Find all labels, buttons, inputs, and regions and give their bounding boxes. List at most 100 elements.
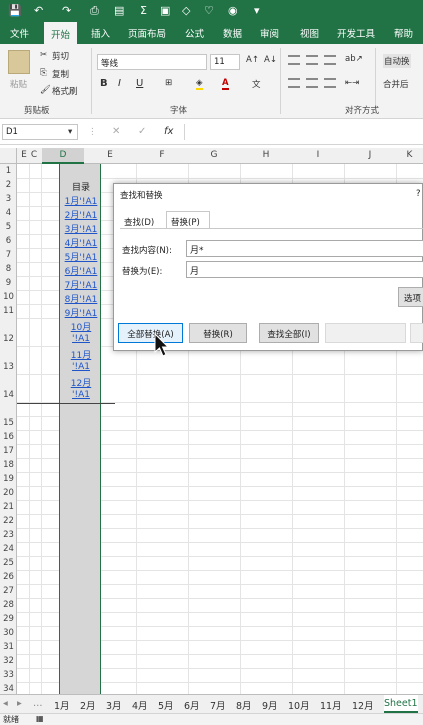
replace-button[interactable]: 替换(R) [189,323,247,343]
hyperlink-cell[interactable]: 3月'!A1 [60,222,102,235]
font-name-box[interactable]: 等线 [97,54,207,70]
row-header[interactable]: 10 [0,292,17,302]
form-icon[interactable]: ▤ [114,4,124,17]
row-header[interactable]: 6 [0,236,17,246]
row-header[interactable]: 14 [0,390,17,400]
tab-file[interactable]: 文件 [10,26,29,40]
find-next-button[interactable] [325,323,406,343]
row-header[interactable]: 8 [0,264,17,274]
phonetic-icon[interactable]: 文 [252,78,261,90]
row-header[interactable]: 25 [0,558,17,568]
row-header[interactable]: 27 [0,586,17,596]
align-bottom-icon[interactable] [324,55,336,65]
options-button[interactable]: 选项 [398,287,423,307]
hyperlink-cell[interactable]: 6月'!A1 [60,264,102,277]
tab-developer[interactable]: 开发工具 [337,26,375,40]
tab-home[interactable]: 开始 [44,22,78,44]
tab-find[interactable]: 查找(D) [124,216,154,228]
tab-replace[interactable]: 替换(P) [166,211,210,229]
tab-data[interactable]: 数据 [223,26,242,40]
row-header[interactable]: 15 [0,418,17,428]
row-header[interactable]: 31 [0,642,17,652]
row-header[interactable]: 3 [0,194,17,204]
row-header[interactable]: 23 [0,530,17,540]
cancel-icon[interactable]: ✕ [112,126,120,137]
row-header[interactable]: 22 [0,516,17,526]
replace-with-input[interactable]: 月 [186,261,423,278]
tab-page-layout[interactable]: 页面布局 [128,26,166,40]
grow-font-icon[interactable]: A↑ [246,55,259,65]
row-header[interactable]: 7 [0,250,17,260]
format-painter-button[interactable]: 格式刷 [52,85,78,97]
row-header[interactable]: 24 [0,544,17,554]
column-header[interactable]: F [136,150,188,160]
row-header[interactable]: 12 [0,334,17,344]
font-color-icon[interactable]: A [222,78,229,90]
cut-icon[interactable]: ✂ [40,50,47,60]
replace-all-button[interactable]: 全部替换(A) [118,323,183,343]
enter-icon[interactable]: ✓ [138,126,146,137]
hyperlink-cell[interactable]: '!A1 [60,362,102,372]
row-header[interactable]: 21 [0,502,17,512]
find-all-button[interactable]: 查找全部(I) [259,323,319,343]
sheet-tab[interactable]: 6月 [184,698,200,712]
column-header[interactable]: I [292,150,344,160]
format-painter-icon[interactable]: 🖌 [40,85,51,95]
border-icon[interactable]: ⊞ [165,78,172,88]
sheet-nav-icon[interactable]: ▸ [17,698,22,709]
row-header[interactable]: 19 [0,474,17,484]
column-header-d[interactable]: D [42,148,84,164]
underline-button[interactable]: U [136,78,143,89]
sheet-tab[interactable]: 3月 [106,698,122,712]
cut-button[interactable]: 剪切 [52,50,69,62]
sheet-tab[interactable]: 10月 [288,698,310,712]
align-middle-icon[interactable] [306,55,318,65]
align-center-icon[interactable] [306,78,318,88]
indent-icon[interactable]: ⇤⇥ [345,78,359,88]
column-header[interactable]: C [29,150,39,160]
paste-button[interactable]: 粘贴 [10,78,27,90]
hyperlink-cell[interactable]: 2月'!A1 [60,208,102,221]
sheet-tab[interactable]: 12月 [352,698,374,712]
row-header[interactable]: 2 [0,180,17,190]
row-header[interactable]: 20 [0,488,17,498]
hyperlink-cell[interactable]: '!A1 [60,334,102,344]
find-what-input[interactable]: 月* [186,240,423,257]
row-header[interactable]: 13 [0,362,17,372]
merge-center-button[interactable]: 合并后 [383,78,409,90]
column-header[interactable]: J [344,150,396,160]
row-header[interactable]: 4 [0,208,17,218]
row-header[interactable]: 30 [0,628,17,638]
tab-formulas[interactable]: 公式 [185,26,204,40]
heart-icon[interactable]: ♡ [204,4,214,17]
camera-icon[interactable]: ◉ [228,4,238,17]
print-preview-icon[interactable]: ⎙ [90,4,99,18]
hyperlink-cell[interactable]: 9月'!A1 [60,306,102,319]
row-header[interactable]: 29 [0,614,17,624]
row-header[interactable]: 17 [0,446,17,456]
italic-button[interactable]: I [118,78,121,89]
sheet-more-icon[interactable]: … [33,698,43,709]
tab-view[interactable]: 视图 [300,26,319,40]
column-header[interactable]: K [396,150,423,160]
row-header[interactable]: 32 [0,656,17,666]
sheet-tab[interactable]: 7月 [210,698,226,712]
hyperlink-cell[interactable]: 1月'!A1 [60,194,102,207]
sheet-tab[interactable]: 5月 [158,698,174,712]
sheet-tab[interactable]: 1月 [54,698,70,712]
close-button[interactable] [410,323,423,343]
tab-review[interactable]: 审阅 [260,26,279,40]
copy-icon[interactable]: ⎘ [40,68,47,78]
hyperlink-cell[interactable]: 7月'!A1 [60,278,102,291]
row-header[interactable]: 1 [0,166,17,176]
macro-record-icon[interactable]: ▦ [36,714,44,723]
align-top-icon[interactable] [288,55,300,65]
shrink-font-icon[interactable]: A↓ [264,55,277,65]
column-header[interactable]: H [240,150,292,160]
chevron-down-icon[interactable]: ▾ [68,127,72,137]
sheet-tab-active[interactable]: Sheet1 [384,695,418,713]
sheet-tab[interactable]: 2月 [80,698,96,712]
fill-color-icon[interactable]: ◈ [196,78,203,90]
hyperlink-cell[interactable]: 4月'!A1 [60,236,102,249]
row-header[interactable]: 26 [0,572,17,582]
